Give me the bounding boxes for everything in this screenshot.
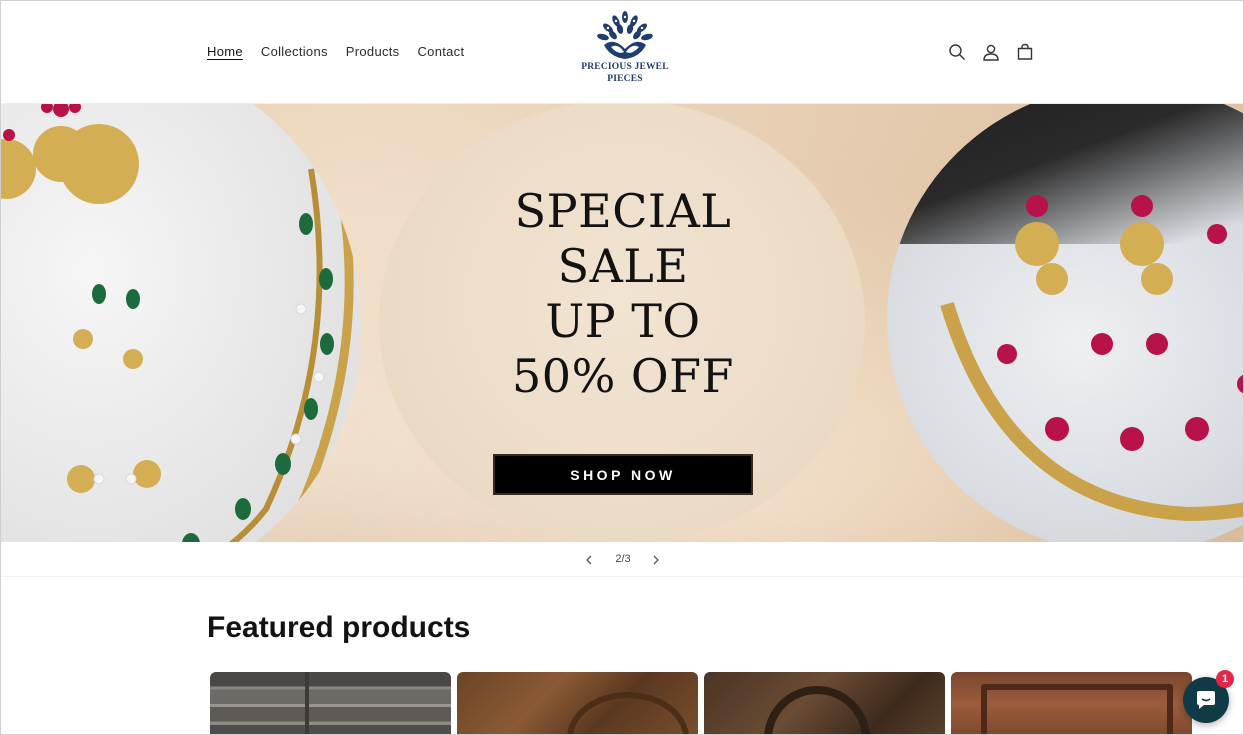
hero-jewelry-image-right <box>887 104 1243 542</box>
hero-headline-line3: UP TO <box>545 294 701 348</box>
slideshow-controls: 2/3 <box>1 542 1243 577</box>
product-card-image[interactable] <box>457 672 698 734</box>
hero-slideshow: SPECIAL SALE UP TO 50% OFF SHOP NOW <box>1 104 1243 542</box>
store-logo[interactable]: PRECIOUS JEWEL PIECES <box>573 9 677 97</box>
page: Home Collections Products Contact PRECIO… <box>0 0 1244 735</box>
product-card-image[interactable] <box>210 672 451 734</box>
nav-contact[interactable]: Contact <box>417 44 464 59</box>
slide-counter: 2/3 <box>615 553 631 565</box>
chevron-right-icon <box>653 555 659 565</box>
hero-headline-line2: SALE <box>557 239 689 293</box>
next-slide-button[interactable] <box>648 552 664 568</box>
logo-text-line1: PRECIOUS JEWEL <box>581 62 669 72</box>
hero-headline-line1: SPECIAL <box>514 184 732 238</box>
shop-now-button[interactable]: SHOP NOW <box>493 454 753 495</box>
cart-icon[interactable] <box>1015 41 1035 63</box>
peacock-logo-icon <box>597 11 653 59</box>
search-icon[interactable] <box>947 41 967 63</box>
main-nav: Home Collections Products Contact <box>207 44 464 59</box>
chevron-left-icon <box>586 555 592 565</box>
featured-products-grid <box>210 672 1192 734</box>
chat-notification-badge: 1 <box>1216 670 1234 688</box>
chat-bubble-icon <box>1197 691 1215 709</box>
hero-headline-line4: 50% OFF <box>512 349 734 403</box>
product-card-image[interactable] <box>704 672 945 734</box>
nav-collections[interactable]: Collections <box>261 44 328 59</box>
hero-headline: SPECIAL SALE UP TO 50% OFF <box>461 184 785 404</box>
logo-text-line2: PIECES <box>607 74 643 84</box>
header-icons <box>947 41 1035 63</box>
previous-slide-button[interactable] <box>581 552 597 568</box>
nav-home[interactable]: Home <box>207 44 243 59</box>
product-card-image[interactable] <box>951 672 1192 734</box>
nav-products[interactable]: Products <box>346 44 400 59</box>
site-header: Home Collections Products Contact PRECIO… <box>1 1 1243 104</box>
featured-products-heading: Featured products <box>207 611 471 644</box>
hero-jewelry-image-left <box>1 104 361 542</box>
account-icon[interactable] <box>981 41 1001 63</box>
